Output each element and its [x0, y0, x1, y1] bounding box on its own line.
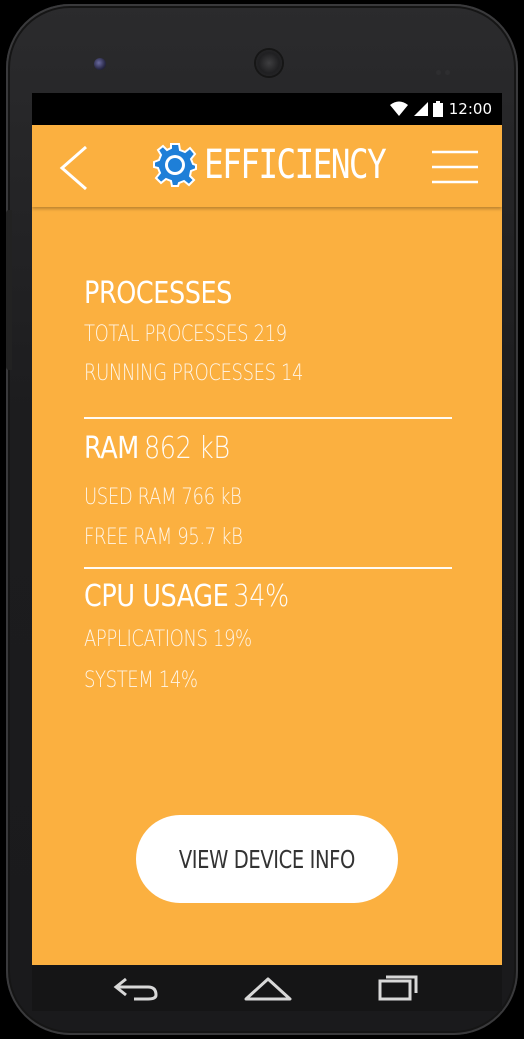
nav-back-button[interactable] — [108, 973, 164, 1003]
processes-heading: PROCESSES — [84, 276, 232, 311]
battery-icon — [432, 101, 443, 117]
front-camera — [94, 58, 106, 70]
view-device-info-button[interactable]: VIEW DEVICE INFO — [136, 815, 398, 903]
signal-icon — [413, 102, 428, 116]
nav-recents-button[interactable] — [370, 973, 426, 1003]
earpiece-speaker — [256, 50, 282, 76]
screen: 12:00 EFFICIENCY PROCESSES TOTAL PROCESS… — [32, 93, 502, 965]
ram-heading: RAM 862 kB — [84, 427, 397, 471]
stats-content: PROCESSES TOTAL PROCESSES 219 RUNNING PR… — [84, 273, 452, 701]
menu-button[interactable] — [430, 149, 480, 185]
processes-section: PROCESSES TOTAL PROCESSES 219 RUNNING PR… — [84, 273, 452, 393]
ram-label: RAM — [84, 431, 139, 466]
home-icon — [244, 977, 292, 1001]
cpu-system: SYSTEM 14% — [84, 668, 198, 693]
recents-icon — [378, 975, 418, 1001]
navigation-bar — [32, 965, 502, 1011]
free-ram: FREE RAM 95.7 kB — [84, 525, 243, 550]
view-device-info-label: VIEW DEVICE INFO — [178, 844, 356, 874]
back-button[interactable] — [56, 145, 96, 191]
ram-section: RAM 862 kB USED RAM 766 kB FREE RAM 95.7 … — [84, 427, 452, 557]
cpu-label: CPU USAGE — [84, 579, 229, 614]
app-title: EFFICIENCY — [152, 139, 425, 191]
status-time: 12:00 — [448, 100, 492, 118]
divider — [84, 567, 452, 569]
power-button — [6, 210, 12, 370]
hamburger-menu-icon — [432, 150, 478, 184]
cpu-section: CPU USAGE 34% APPLICATIONS 19% SYSTEM 14% — [84, 575, 452, 701]
gear-icon — [153, 143, 197, 187]
divider — [84, 417, 452, 419]
status-bar: 12:00 — [32, 93, 502, 125]
proximity-sensor — [436, 60, 456, 75]
total-processes: TOTAL PROCESSES 219 — [84, 322, 287, 347]
cpu-applications: APPLICATIONS 19% — [84, 627, 252, 652]
ram-value: 862 kB — [143, 431, 230, 466]
running-processes: RUNNING PROCESSES 14 — [84, 361, 304, 386]
back-arrow-icon — [113, 977, 158, 1001]
cpu-value: 34% — [233, 579, 289, 614]
chevron-left-icon — [59, 145, 87, 191]
app-bar: EFFICIENCY — [32, 125, 502, 207]
wifi-icon — [389, 101, 408, 116]
app-title-text: EFFICIENCY — [204, 142, 387, 188]
cpu-heading: CPU USAGE 34% — [84, 575, 397, 619]
used-ram: USED RAM 766 kB — [84, 485, 242, 510]
nav-home-button[interactable] — [240, 973, 296, 1003]
